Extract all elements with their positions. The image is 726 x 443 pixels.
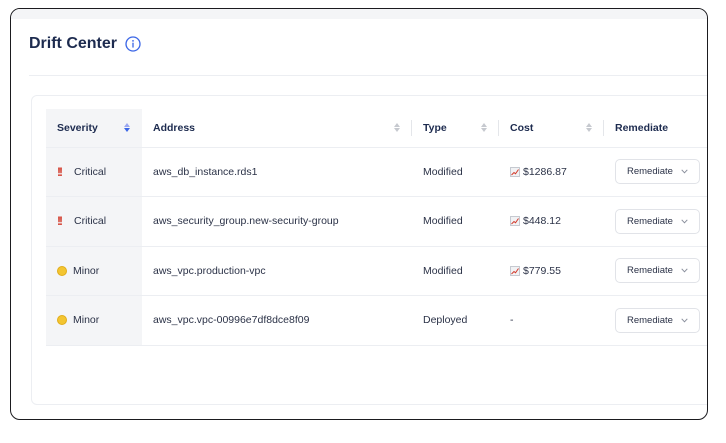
cost-column-header[interactable]: Cost — [499, 109, 604, 147]
remediate-button-label: Remediate — [627, 265, 673, 277]
severity-column-header[interactable]: Severity — [46, 109, 142, 147]
severity-label: Minor — [73, 264, 100, 277]
chevron-down-icon — [681, 219, 688, 224]
remediate-button-label: Remediate — [627, 314, 673, 326]
chevron-down-icon — [681, 318, 688, 323]
page-header: Drift Center — [29, 35, 141, 53]
table-row: Minor aws_vpc.production-vpc Modified $7… — [46, 245, 707, 296]
cost-cell: $448.12 — [499, 196, 604, 246]
top-strip — [11, 9, 707, 19]
severity-cell: Minor — [46, 295, 142, 346]
address-cell: aws_vpc.vpc-00996e7df8dce8f09 — [142, 295, 412, 346]
cost-value: $448.12 — [523, 215, 561, 228]
type-cell: Modified — [412, 146, 499, 197]
sort-icon[interactable] — [394, 123, 400, 133]
remediate-cell: Remediate — [604, 245, 707, 296]
table-header-row: Severity Address Type Cost Remediate — [46, 109, 707, 147]
sort-icon[interactable] — [586, 123, 592, 133]
cost-cell: - — [499, 295, 604, 346]
sort-icon[interactable] — [481, 123, 487, 133]
severity-header-label: Severity — [57, 121, 98, 134]
remediate-header-label: Remediate — [615, 121, 669, 134]
severity-label: Critical — [74, 165, 107, 178]
table-row: Minor aws_vpc.vpc-00996e7df8dce8f09 Depl… — [46, 295, 707, 346]
table-row: !! Critical aws_db_instance.rds1 Modifie… — [46, 146, 707, 197]
drift-table: Severity Address Type Cost Remediate !! … — [46, 109, 707, 346]
type-cell: Deployed — [412, 295, 499, 346]
chevron-down-icon — [681, 169, 688, 174]
type-cell: Modified — [412, 245, 499, 296]
remediate-dropdown-button[interactable]: Remediate — [615, 307, 700, 333]
type-cell: Modified — [412, 196, 499, 246]
trend-chart-icon — [510, 265, 520, 276]
severity-cell: !! Critical — [46, 146, 142, 197]
cost-value: - — [510, 314, 514, 327]
cost-cell: $779.55 — [499, 245, 604, 296]
remediate-cell: Remediate — [604, 146, 707, 197]
type-column-header[interactable]: Type — [412, 109, 499, 147]
cost-value: $779.55 — [523, 264, 561, 277]
drift-table-card: Severity Address Type Cost Remediate !! … — [31, 95, 707, 405]
remediate-dropdown-button[interactable]: Remediate — [615, 159, 700, 185]
chevron-down-icon — [681, 268, 688, 273]
yellow-dot-icon — [57, 265, 67, 276]
window-frame: Drift Center Severity Address Type Cost … — [10, 8, 708, 420]
remediate-dropdown-button[interactable]: Remediate — [615, 208, 700, 234]
cost-value: $1286.87 — [523, 165, 567, 178]
remediate-column-header: Remediate — [604, 109, 707, 147]
address-cell: aws_vpc.production-vpc — [142, 245, 412, 296]
header-divider — [29, 75, 707, 76]
cost-header-label: Cost — [510, 121, 534, 134]
address-header-label: Address — [153, 121, 196, 134]
page-title: Drift Center — [29, 35, 118, 52]
address-column-header[interactable]: Address — [142, 109, 412, 147]
double-exclamation-icon: !! — [57, 214, 63, 229]
severity-label: Minor — [73, 314, 100, 327]
type-header-label: Type — [423, 121, 447, 134]
trend-chart-icon — [510, 216, 520, 227]
remediate-dropdown-button[interactable]: Remediate — [615, 258, 700, 284]
severity-label: Critical — [74, 215, 107, 228]
severity-cell: Minor — [46, 245, 142, 296]
yellow-dot-icon — [57, 315, 67, 326]
double-exclamation-icon: !! — [57, 164, 63, 179]
trend-chart-icon — [510, 166, 520, 177]
remediate-button-label: Remediate — [627, 215, 673, 227]
address-cell: aws_db_instance.rds1 — [142, 146, 412, 197]
remediate-cell: Remediate — [604, 295, 707, 346]
remediate-button-label: Remediate — [627, 166, 673, 178]
sort-icon[interactable] — [124, 123, 130, 133]
info-icon[interactable] — [125, 36, 141, 52]
severity-cell: !! Critical — [46, 196, 142, 246]
table-row: !! Critical aws_security_group.new-secur… — [46, 196, 707, 246]
remediate-cell: Remediate — [604, 196, 707, 246]
address-cell: aws_security_group.new-security-group — [142, 196, 412, 246]
cost-cell: $1286.87 — [499, 146, 604, 197]
